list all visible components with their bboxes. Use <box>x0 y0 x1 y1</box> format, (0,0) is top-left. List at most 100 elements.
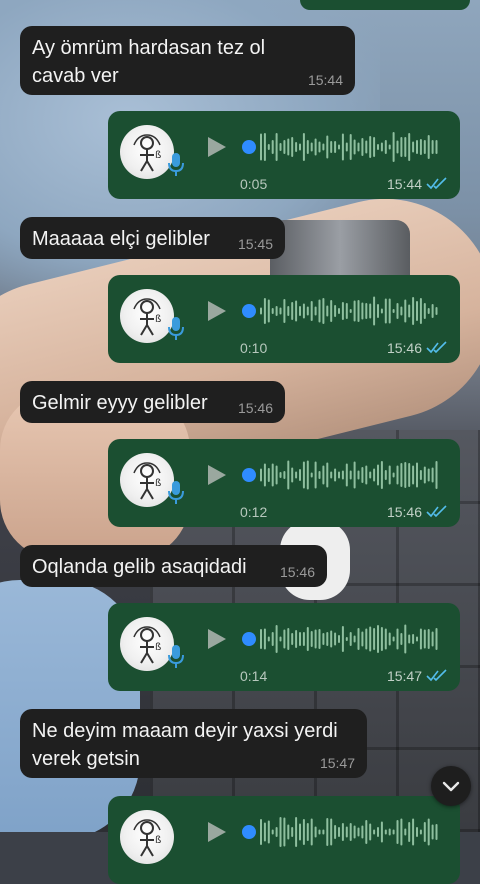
waveform-bar <box>404 299 407 323</box>
waveform-bar <box>416 301 418 321</box>
message-time: 15:45 <box>237 236 273 252</box>
waveform-bar <box>291 633 294 645</box>
waveform-bar <box>365 820 368 844</box>
waveform-bar <box>341 302 344 320</box>
waveform-bar <box>400 306 403 316</box>
incoming-message[interactable]: Ne deyim maaam deyir yaxsi yerdi verek g… <box>20 709 367 778</box>
play-icon[interactable] <box>204 299 228 323</box>
waveform-bar <box>291 467 294 483</box>
svg-text:ß: ß <box>155 150 161 161</box>
waveform-bar <box>345 826 348 838</box>
waveform-bar <box>412 465 415 485</box>
waveform-bar <box>310 818 313 846</box>
waveform-bar <box>416 140 418 154</box>
waveform-bar <box>345 142 348 152</box>
waveform-bar <box>275 827 278 837</box>
waveform-bar <box>373 628 376 650</box>
waveform-bar <box>427 308 430 314</box>
waveform-bar <box>267 636 270 642</box>
waveform-bar <box>388 632 391 646</box>
voice-message[interactable]: ß 0:05 15:44 <box>108 111 460 199</box>
waveform-bar <box>357 300 360 322</box>
message-time: 15:44 <box>307 72 343 88</box>
voice-waveform[interactable] <box>242 457 442 493</box>
playback-progress-dot[interactable] <box>242 632 256 646</box>
waveform-bar <box>279 636 282 642</box>
waveform-bar <box>334 632 337 646</box>
incoming-message[interactable]: Oqlanda gelib asaqidadi 15:46 <box>20 545 327 587</box>
incoming-message[interactable]: Maaaaa elçi gelibler 15:45 <box>20 217 285 259</box>
waveform-bar <box>310 631 313 647</box>
message-time: 15:46 <box>237 400 273 416</box>
waveform-bar <box>299 469 301 481</box>
waveform-bar <box>419 470 422 480</box>
waveform-bar <box>306 140 309 154</box>
waveform-bar <box>341 823 344 841</box>
waveform-bar <box>384 829 387 835</box>
waveform-bar <box>419 298 422 324</box>
waveform-bar <box>373 137 376 157</box>
playback-progress-dot[interactable] <box>242 825 256 839</box>
message-text: Ay ömrüm hardasan tez ol cavab ver <box>32 37 266 87</box>
waveform-bar <box>295 630 298 648</box>
waveform-bar <box>377 304 379 318</box>
waveform-bar <box>338 144 340 150</box>
waveform-bar <box>353 461 356 489</box>
waveform-bar <box>267 299 270 323</box>
message-text: Oqlanda gelib asaqidadi <box>32 556 247 578</box>
voice-message[interactable]: ß 0:10 15:46 <box>108 275 460 363</box>
waveform-bar <box>427 629 430 649</box>
play-icon[interactable] <box>204 463 228 487</box>
svg-text:ß: ß <box>155 478 161 489</box>
waveform-bar <box>271 308 274 314</box>
voice-waveform[interactable] <box>242 814 442 850</box>
play-icon[interactable] <box>204 820 228 844</box>
message-text: Ne deyim maaam deyir yaxsi yerdi verek g… <box>32 720 338 770</box>
waveform-bar <box>263 628 266 650</box>
voice-waveform[interactable] <box>242 129 442 165</box>
voice-duration: 0:05 <box>240 176 268 192</box>
playback-progress-dot[interactable] <box>242 468 256 482</box>
waveform-bar <box>396 465 399 485</box>
waveform-bar <box>334 468 337 482</box>
svg-text:ß: ß <box>155 642 161 653</box>
waveform-bar <box>263 822 266 842</box>
waveform-bar <box>345 637 348 641</box>
waveform-bar <box>271 632 274 646</box>
play-icon[interactable] <box>204 627 228 651</box>
previous-message-stub <box>300 0 470 10</box>
waveform-bar <box>267 468 270 482</box>
waveform-bar <box>275 465 278 485</box>
waveform-bar <box>299 632 301 646</box>
waveform-bar <box>396 140 399 154</box>
waveform-bar <box>380 627 383 651</box>
waveform-bar <box>283 471 286 479</box>
playback-progress-dot[interactable] <box>242 140 256 154</box>
waveform-bar <box>287 306 290 316</box>
waveform-bar <box>380 821 383 843</box>
waveform-bar <box>431 467 434 483</box>
voice-waveform[interactable] <box>242 621 442 657</box>
waveform-bar <box>287 460 290 490</box>
waveform-bar <box>369 303 372 319</box>
waveform-bar <box>369 136 372 158</box>
voice-waveform[interactable] <box>242 293 442 329</box>
waveform-bar <box>431 824 434 840</box>
waveform-bar <box>330 818 333 846</box>
scroll-to-bottom-button[interactable] <box>431 766 471 806</box>
waveform-bar <box>361 138 364 156</box>
incoming-message[interactable]: Ay ömrüm hardasan tez ol cavab ver 15:44 <box>20 26 355 95</box>
waveform-bar <box>299 823 301 841</box>
incoming-message[interactable]: Gelmir eyyy gelibler 15:46 <box>20 381 285 423</box>
waveform-bar <box>279 817 282 847</box>
waveform-bar <box>416 636 418 642</box>
playback-progress-dot[interactable] <box>242 304 256 318</box>
voice-message[interactable]: ß <box>108 796 460 884</box>
voice-message[interactable]: ß 0:12 15:46 <box>108 439 460 527</box>
waveform-bar <box>384 298 387 324</box>
voice-message[interactable]: ß 0:14 15:47 <box>108 603 460 691</box>
waveform-bar <box>361 631 364 647</box>
waveform-bar <box>291 137 294 157</box>
waveform-bar <box>412 818 415 846</box>
play-icon[interactable] <box>204 135 228 159</box>
